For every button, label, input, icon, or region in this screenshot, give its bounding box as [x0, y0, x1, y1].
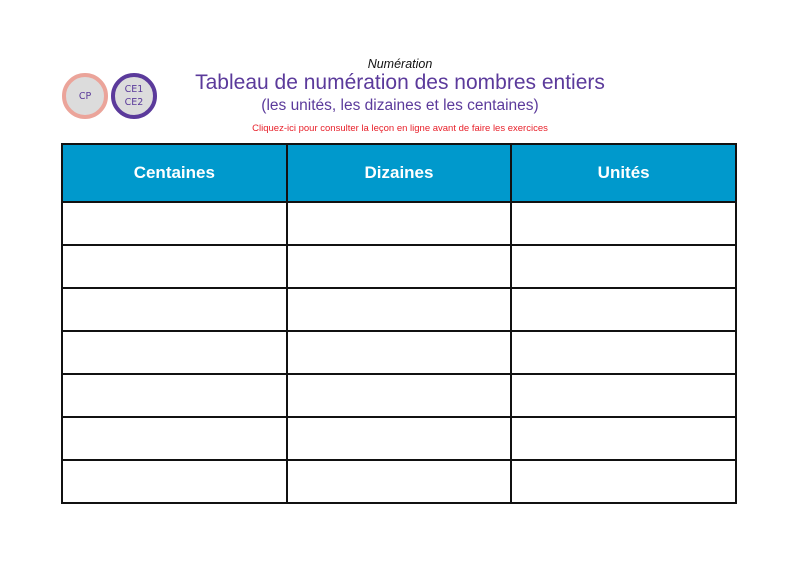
table-row	[61, 201, 737, 246]
table-row	[61, 459, 737, 504]
table-header-row: Centaines Dizaines Unités	[61, 143, 737, 203]
unites-cell[interactable]	[510, 287, 737, 332]
table-row	[61, 416, 737, 461]
online-lesson-link[interactable]: Cliquez-ici pour consulter la leçon en l…	[0, 123, 800, 134]
unites-cell[interactable]	[510, 459, 737, 504]
centaines-cell[interactable]	[61, 201, 288, 246]
unites-cell[interactable]	[510, 373, 737, 418]
dizaines-cell[interactable]	[285, 201, 513, 246]
centaines-cell[interactable]	[61, 330, 288, 375]
dizaines-cell[interactable]	[285, 244, 513, 289]
column-header-centaines: Centaines	[61, 143, 288, 203]
page-subtitle: (les unités, les dizaines et les centain…	[261, 97, 539, 114]
dizaines-cell[interactable]	[285, 459, 513, 504]
centaines-cell[interactable]	[61, 287, 288, 332]
centaines-cell[interactable]	[61, 244, 288, 289]
centaines-cell[interactable]	[61, 459, 288, 504]
dizaines-cell[interactable]	[285, 287, 513, 332]
numeration-table: Centaines Dizaines Unités	[61, 143, 737, 504]
dizaines-cell[interactable]	[285, 373, 513, 418]
page-title: Tableau de numération des nombres entier…	[195, 71, 605, 94]
subject-label: Numération	[367, 57, 433, 71]
centaines-cell[interactable]	[61, 373, 288, 418]
unites-cell[interactable]	[510, 244, 737, 289]
table-row	[61, 287, 737, 332]
table-row	[61, 244, 737, 289]
table-row	[61, 373, 737, 418]
unites-cell[interactable]	[510, 416, 737, 461]
table-row	[61, 330, 737, 375]
column-header-unites: Unités	[510, 143, 737, 203]
table-body	[61, 201, 737, 504]
column-header-dizaines: Dizaines	[285, 143, 513, 203]
dizaines-cell[interactable]	[285, 416, 513, 461]
centaines-cell[interactable]	[61, 416, 288, 461]
unites-cell[interactable]	[510, 201, 737, 246]
dizaines-cell[interactable]	[285, 330, 513, 375]
unites-cell[interactable]	[510, 330, 737, 375]
